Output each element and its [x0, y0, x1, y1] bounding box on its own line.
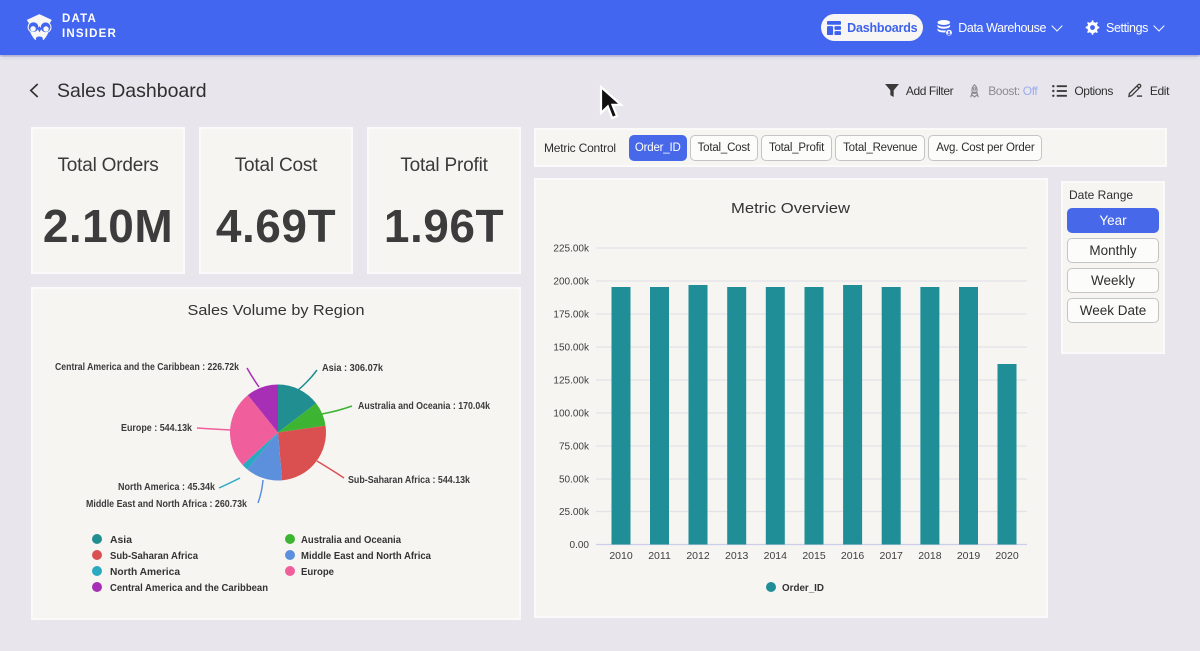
- svg-text:2020: 2020: [995, 550, 1019, 562]
- svg-text:0.00: 0.00: [570, 540, 590, 551]
- svg-text:Europe: Europe: [301, 566, 334, 578]
- svg-text:200.00k: 200.00k: [553, 277, 590, 288]
- svg-text:100.00k: 100.00k: [553, 409, 590, 420]
- svg-text:2015: 2015: [802, 550, 826, 562]
- svg-text:North America : 45.34k: North America : 45.34k: [118, 482, 215, 493]
- svg-text:2016: 2016: [841, 550, 865, 562]
- svg-text:Order_ID: Order_ID: [782, 582, 824, 594]
- svg-text:Australia and Oceania : 170.04: Australia and Oceania : 170.04k: [358, 401, 490, 412]
- svg-text:Central America and the Caribb: Central America and the Caribbean: [110, 582, 268, 594]
- svg-text:Australia and Oceania: Australia and Oceania: [301, 534, 401, 546]
- svg-text:2018: 2018: [918, 550, 942, 562]
- svg-text:North America: North America: [110, 566, 180, 578]
- svg-text:2013: 2013: [725, 550, 749, 562]
- svg-text:225.00k: 225.00k: [553, 244, 590, 255]
- svg-text:Asia: Asia: [110, 534, 132, 546]
- svg-text:2010: 2010: [609, 550, 633, 562]
- svg-text:150.00k: 150.00k: [553, 343, 590, 354]
- svg-text:Middle East and North Africa: Middle East and North Africa: [301, 550, 431, 562]
- svg-text:2019: 2019: [957, 550, 981, 562]
- svg-text:75.00k: 75.00k: [559, 442, 590, 453]
- svg-text:Metric Overview: Metric Overview: [731, 200, 850, 217]
- svg-text:Middle East and North Africa :: Middle East and North Africa : 260.73k: [86, 499, 247, 510]
- svg-text:2012: 2012: [686, 550, 710, 562]
- svg-text:Sub-Saharan Africa: Sub-Saharan Africa: [110, 550, 198, 562]
- svg-text:175.00k: 175.00k: [553, 310, 590, 321]
- svg-text:Sales Volume by Region: Sales Volume by Region: [188, 302, 365, 319]
- svg-text:2017: 2017: [880, 550, 904, 562]
- svg-text:125.00k: 125.00k: [553, 376, 590, 387]
- svg-text:Asia : 306.07k: Asia : 306.07k: [322, 363, 383, 374]
- svg-text:50.00k: 50.00k: [559, 475, 590, 486]
- svg-text:Sub-Saharan Africa : 544.13k: Sub-Saharan Africa : 544.13k: [348, 475, 470, 486]
- svg-text:25.00k: 25.00k: [559, 507, 590, 518]
- svg-text:2011: 2011: [648, 550, 671, 562]
- svg-text:Europe : 544.13k: Europe : 544.13k: [121, 423, 192, 434]
- svg-text:Central America and the Caribb: Central America and the Caribbean : 226.…: [55, 362, 239, 373]
- svg-text:2014: 2014: [764, 550, 788, 562]
